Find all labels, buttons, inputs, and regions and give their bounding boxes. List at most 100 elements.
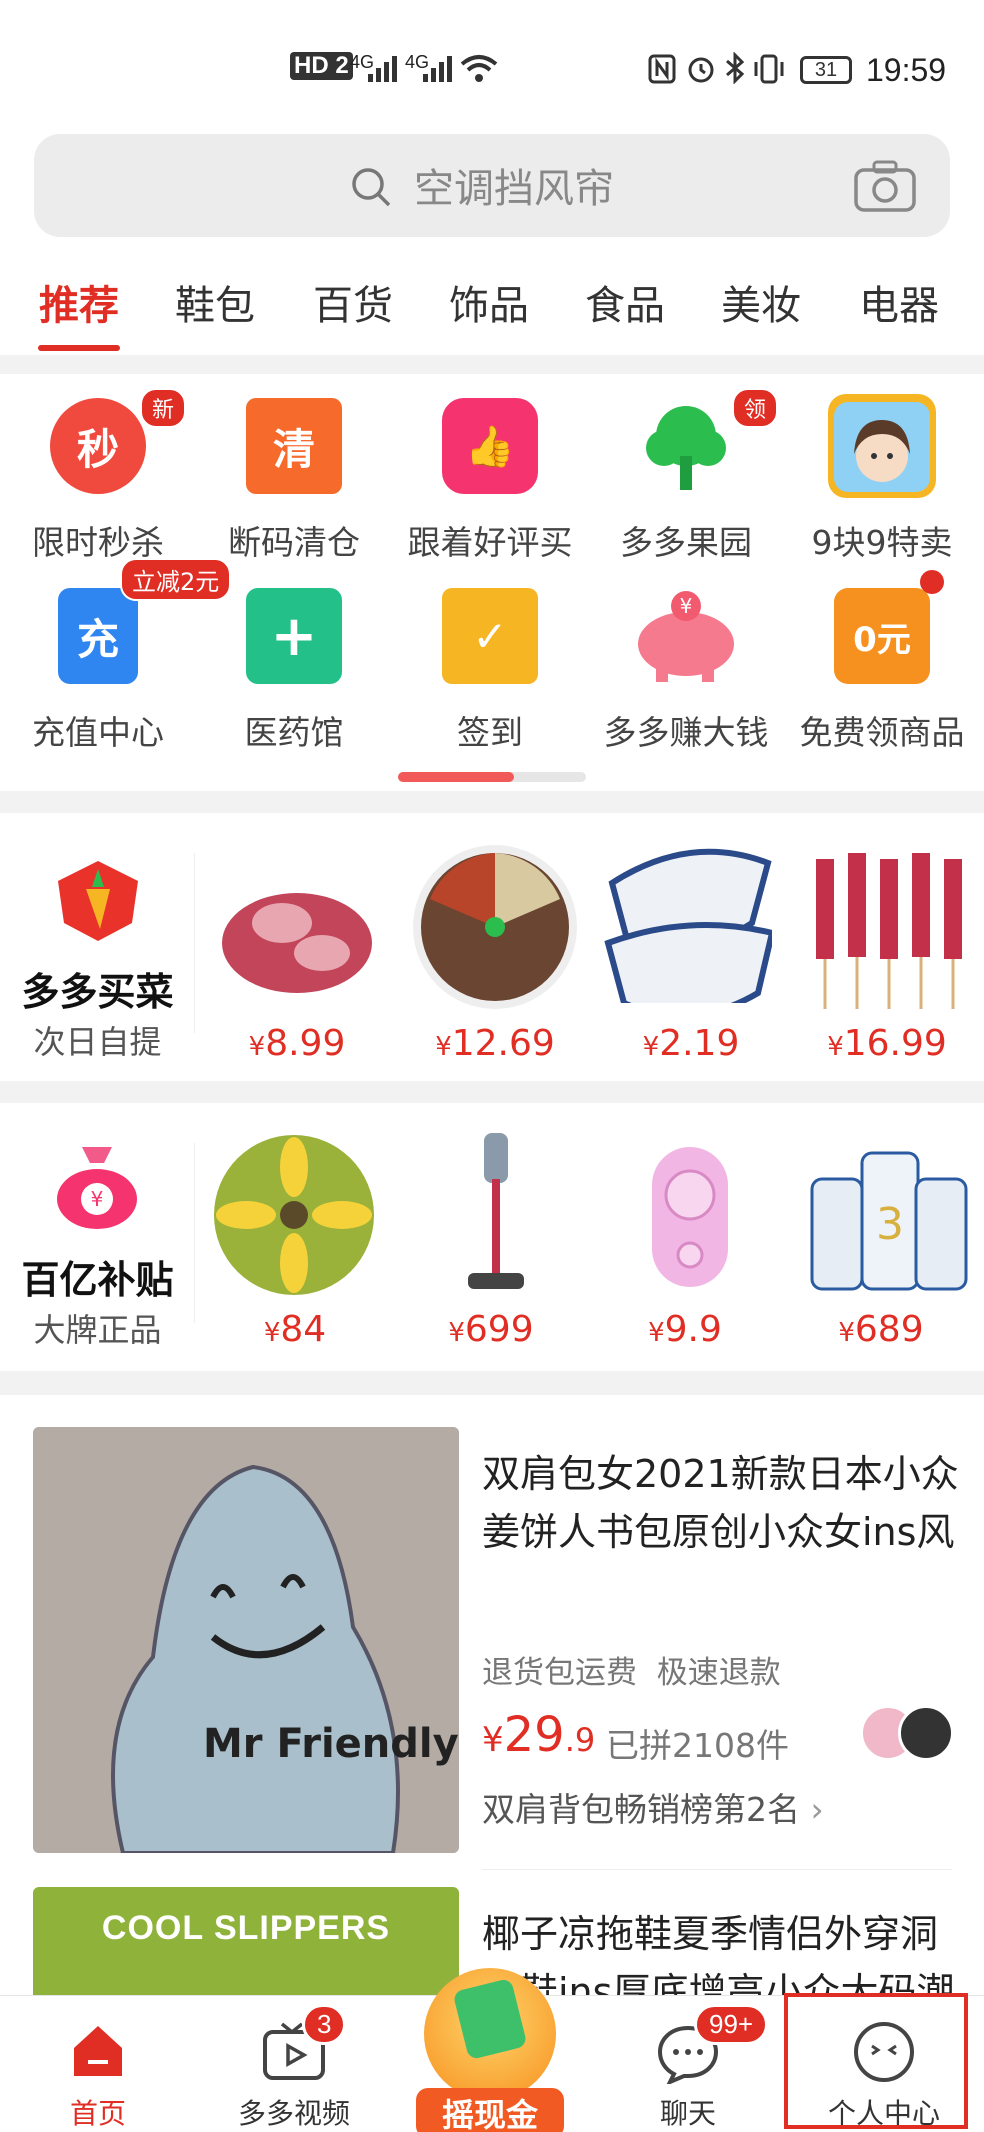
- grid-item-flash-sale[interactable]: 秒 新 限时秒杀: [0, 374, 196, 564]
- formula-stage-glyph: 3: [876, 1199, 904, 1250]
- piggy-bank-icon: ¥: [638, 591, 734, 682]
- claim-badge: 领: [732, 388, 779, 428]
- tab-food[interactable]: 食品: [560, 273, 690, 331]
- alarm-icon: [688, 57, 714, 83]
- free-goods-glyph: 0元: [853, 619, 911, 660]
- carrot-logo-icon: [58, 861, 138, 941]
- feature-grid: 秒 新 限时秒杀 清 断码清仓 👍 跟着好评买 领 多多果园 9块9特卖 充 立…: [0, 374, 984, 791]
- product-price: ¥84: [200, 1309, 390, 1350]
- truck-icon: 清: [246, 398, 342, 494]
- product-image-platter[interactable]: [410, 839, 580, 1009]
- thumbs-up-glyph: 👍: [465, 423, 515, 470]
- grid-item-orchard[interactable]: 领 多多果园: [588, 374, 784, 564]
- nav-chat[interactable]: 99+ 聊天: [590, 1996, 786, 2132]
- status-bar: HD 2 4G 4G 31 19:59: [0, 0, 984, 130]
- grid-label: 断码清仓: [228, 523, 360, 562]
- divider: [194, 1143, 195, 1323]
- grid-label: 多多赚大钱: [603, 713, 769, 752]
- grid-item-checkin[interactable]: ✓ 签到: [392, 564, 588, 754]
- product-price: ¥12.69: [400, 1023, 590, 1064]
- grid-item-earn-money[interactable]: ¥ 多多赚大钱: [588, 564, 784, 754]
- grid-item-recharge[interactable]: 充 立减2元 充值中心: [0, 558, 232, 754]
- divider: [194, 853, 195, 1033]
- grid-item-9-9-sale[interactable]: 9块9特卖: [784, 374, 980, 564]
- currency-symbol: ¥: [263, 1318, 281, 1348]
- tab-recommend[interactable]: 推荐: [14, 273, 144, 331]
- feed-item-sold-count: 已拼2108件: [606, 1726, 789, 1765]
- price-value: 84: [280, 1309, 327, 1350]
- category-tabs: 推荐 鞋包 百货 饰品 食品 美妆 电器: [0, 255, 984, 355]
- hd-indicator: HD 2: [290, 52, 353, 80]
- product-image-vacuum[interactable]: [418, 1123, 588, 1293]
- active-tab-indicator: [38, 345, 120, 351]
- product-image-bowls[interactable]: [602, 833, 772, 1003]
- backpack-photo: Mr Friendly: [33, 1427, 459, 1853]
- shake-cash-label: 摇现金: [416, 2088, 564, 2132]
- grid-item-good-reviews[interactable]: 👍 跟着好评买: [392, 374, 588, 564]
- tab-shoes-bags[interactable]: 鞋包: [150, 273, 280, 331]
- grid-pager-thumb: [398, 772, 514, 782]
- feed-item-title[interactable]: 双肩包女2021新款日本小众姜饼人书包原创小众女ins风: [482, 1445, 962, 1561]
- nav-home[interactable]: 首页: [0, 1996, 196, 2132]
- tab-beauty[interactable]: 美妆: [696, 273, 826, 331]
- product-image-formula[interactable]: 3: [808, 1139, 978, 1309]
- tab-general[interactable]: 百货: [288, 273, 418, 331]
- grocery-brand[interactable]: 多多买菜 次日自提: [0, 813, 195, 1081]
- grid-label: 跟着好评买: [407, 523, 573, 562]
- checkin-glyph: ✓: [472, 611, 508, 661]
- grid-item-pharmacy[interactable]: + 医药馆: [196, 564, 392, 754]
- price-value: 12.69: [451, 1023, 555, 1064]
- medkit-icon: +: [246, 588, 342, 684]
- recharge-icon-text: 充: [76, 614, 119, 664]
- money-bag-yen-glyph: ¥: [91, 1187, 104, 1211]
- thumbs-up-icon: 👍: [442, 398, 538, 494]
- price-integer: 29: [503, 1707, 565, 1763]
- signal-icon: [368, 56, 397, 82]
- grid-label: 签到: [457, 713, 523, 752]
- price-value: 2.19: [659, 1023, 740, 1064]
- currency-symbol: ¥: [827, 1032, 844, 1062]
- product-image-meat[interactable]: [212, 843, 382, 1013]
- nav-label: 聊天: [659, 2097, 716, 2130]
- camera-icon[interactable]: [854, 160, 916, 212]
- feed-item-price: ¥29.9: [482, 1707, 595, 1763]
- product-image-skewers[interactable]: [802, 839, 972, 1009]
- feed-item-rank[interactable]: 双肩背包畅销榜第2名 ›: [482, 1783, 824, 1831]
- bluetooth-icon: [726, 52, 745, 84]
- wifi-icon: [460, 55, 498, 82]
- search-placeholder: 空调挡风帘: [414, 166, 614, 212]
- price-value: 16.99: [843, 1023, 947, 1064]
- tab-accessories[interactable]: 饰品: [424, 273, 554, 331]
- nav-video[interactable]: 3 多多视频: [196, 1996, 392, 2132]
- battery-icon: 31: [800, 56, 852, 84]
- currency-symbol: ¥: [248, 1032, 266, 1062]
- feed-item-image[interactable]: Mr Friendly: [33, 1427, 459, 1853]
- promo-subtitle: 次日自提: [33, 1023, 162, 1061]
- price-value: 689: [854, 1309, 924, 1350]
- piggy-yen-glyph: ¥: [680, 594, 693, 618]
- calendar-check-icon: ✓: [442, 588, 538, 684]
- tab-appliances[interactable]: 电器: [834, 273, 964, 331]
- promo-subsidy[interactable]: ¥ 百亿补贴 大牌正品 ¥84 ¥699 ¥9.9 3 ¥689: [0, 1103, 984, 1371]
- product-price: ¥9.9: [590, 1309, 780, 1350]
- nav-shake-cash[interactable]: 摇现金: [392, 1968, 588, 2132]
- promo-subtitle: 大牌正品: [33, 1311, 162, 1349]
- search-bar[interactable]: 空调挡风帘: [34, 134, 950, 237]
- grid-label: 限时秒杀: [32, 523, 164, 562]
- grid-item-clearance[interactable]: 清 断码清仓: [196, 374, 392, 564]
- search-section: 空调挡风帘: [0, 130, 984, 255]
- currency-symbol: ¥: [448, 1318, 465, 1348]
- product-image-durian[interactable]: [206, 1127, 376, 1297]
- product-image-remote[interactable]: [612, 1137, 782, 1307]
- phone-recharge-icon: 充: [58, 588, 138, 684]
- divider: [482, 1869, 952, 1870]
- grid-item-free-goods[interactable]: 0元 免费领商品: [784, 564, 980, 754]
- promo-title: 多多买菜: [21, 970, 174, 1014]
- backpack-print-text: Mr Friendly: [203, 1721, 459, 1767]
- banner-text: COOL SLIPPERS: [101, 1909, 391, 1947]
- subsidy-brand[interactable]: ¥ 百亿补贴 大牌正品: [0, 1103, 195, 1371]
- promo-grocery[interactable]: 多多买菜 次日自提 ¥8.99 ¥12.69 ¥2.19 ¥16.99: [0, 813, 984, 1081]
- clock: 19:59: [866, 52, 947, 88]
- product-price: ¥689: [786, 1309, 976, 1350]
- promo-title: 百亿补贴: [21, 1258, 174, 1302]
